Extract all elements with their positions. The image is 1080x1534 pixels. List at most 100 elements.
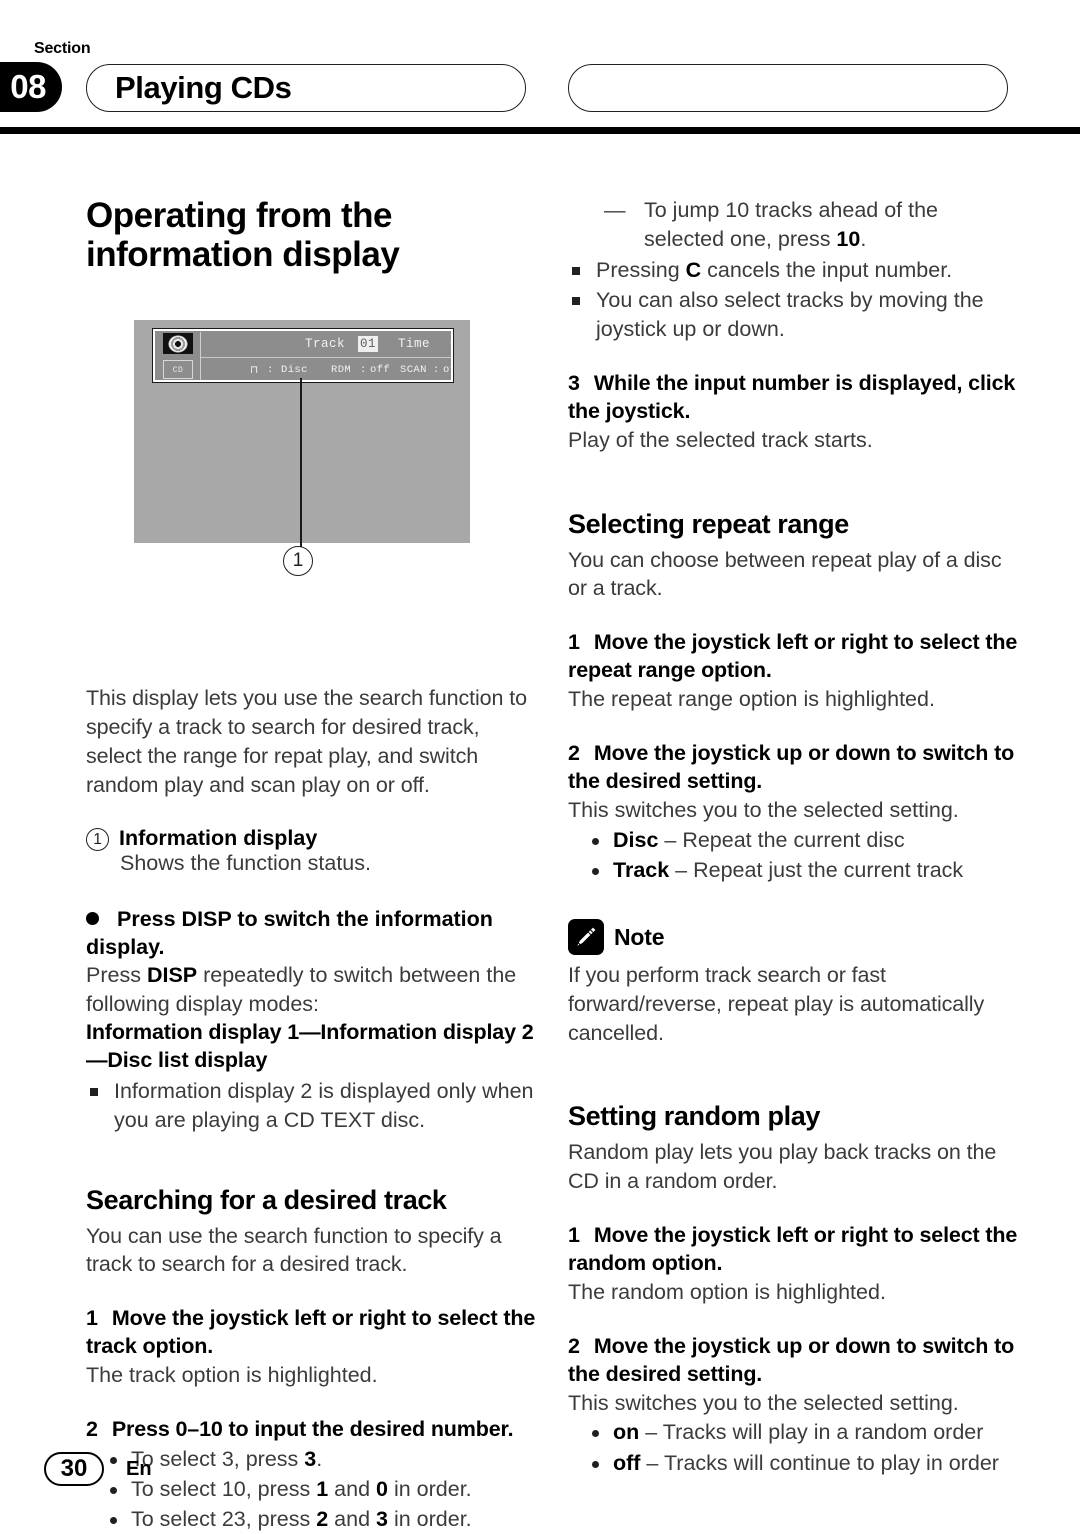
legend-description: Shows the function status.	[120, 850, 371, 875]
disp-keyword: DISP	[146, 963, 198, 988]
display-modes-notes: Information display 2 is displayed only …	[86, 1077, 538, 1135]
repeat-step-2: 2 Move the joystick up or down to switch …	[568, 740, 1020, 796]
step-text: Move the joystick left or right to selec…	[568, 630, 1018, 683]
display-modes: Information display 1—Information displa…	[86, 1020, 534, 1072]
list-item: You can also select tracks by moving the…	[568, 286, 1020, 344]
repeat-step-2-result: This switches you to the selected settin…	[568, 797, 959, 822]
example-key: 3	[304, 1446, 317, 1471]
random-step-2-result: This switches you to the selected settin…	[568, 1390, 959, 1415]
legend-circle-1: 1	[86, 827, 109, 851]
repeat-step-1-result: The repeat range option is highlighted.	[568, 687, 935, 712]
option-key: on	[613, 1420, 640, 1445]
step-number: 3	[568, 370, 580, 395]
example-pre: To select 23, press	[131, 1507, 317, 1532]
repeat-intro: You can choose between repeat play of a …	[568, 547, 1002, 601]
list-item: off – Tracks will continue to play in or…	[568, 1449, 1020, 1478]
search-step-1-result: The track option is highlighted.	[86, 1362, 378, 1387]
page-header: Section 08 Playing CDs	[0, 0, 1080, 150]
search-step-3-result: Play of the selected track starts.	[568, 427, 873, 452]
example-post: in order.	[388, 1507, 472, 1532]
left-column: Operating from the information display T…	[86, 196, 538, 1534]
filled-dot-icon	[86, 911, 99, 925]
step-text: Press 0–10 to input the desired number.	[111, 1416, 514, 1441]
pencil-icon	[568, 919, 604, 956]
example-key2: 3	[376, 1507, 388, 1532]
search-notes: Pressing C cancels the input number. You…	[568, 256, 1020, 344]
list-item: To select 10, press 1 and 0 in order.	[86, 1475, 538, 1504]
list-item: Pressing C cancels the input number.	[568, 256, 1020, 285]
option-desc: – Tracks will play in a random order	[639, 1420, 984, 1445]
legend-title: Information display	[119, 825, 318, 850]
dash-bullet-pre: To jump 10 tracks ahead of the selected …	[644, 198, 939, 251]
example-key: 1	[316, 1476, 329, 1501]
random-heading: Setting random play	[568, 1101, 820, 1132]
search-step-2: 2 Press 0–10 to input the desired number.	[86, 1416, 538, 1444]
header-divider-rule	[0, 127, 1080, 134]
chapter-title-pill: Playing CDs	[86, 64, 526, 112]
random-intro: Random play lets you play back tracks on…	[568, 1140, 997, 1194]
header-pill-right	[568, 64, 1008, 112]
list-item: To select 23, press 2 and 3 in order.	[86, 1505, 538, 1534]
step-number: 1	[568, 630, 580, 655]
example-mid: and	[328, 1476, 377, 1501]
list-item: To jump 10 tracks ahead of the selected …	[568, 196, 1020, 254]
example-key2: 0	[376, 1476, 388, 1501]
intro-paragraph: This display lets you use the search fun…	[86, 686, 527, 797]
step-text: Move the joystick left or right to selec…	[86, 1306, 536, 1359]
step-number: 1	[568, 1223, 580, 1248]
example-pre: To select 10, press	[131, 1476, 317, 1501]
section-label: Section	[34, 40, 91, 57]
example-mid: and	[328, 1507, 377, 1532]
search-intro: You can use the search function to speci…	[86, 1223, 502, 1277]
language-code: En	[126, 1457, 152, 1480]
example-post: .	[316, 1446, 323, 1471]
note-label: Note	[614, 923, 665, 950]
note-post: cancels the input number.	[701, 257, 953, 282]
step-number: 2	[568, 1333, 580, 1358]
page-footer: 30 En	[44, 1452, 152, 1486]
repeat-step-1: 1 Move the joystick left or right to sele…	[568, 629, 1020, 685]
repeat-options: Disc – Repeat the current disc Track – R…	[568, 826, 1020, 885]
list-item: on – Tracks will play in a random order	[568, 1418, 1020, 1447]
search-step-3: 3 While the input number is displayed, cl…	[568, 370, 1020, 426]
page-title-line1: Operating from the	[86, 196, 393, 235]
page-title-line2: information display	[86, 235, 400, 275]
list-item: Information display 2 is displayed only …	[86, 1077, 538, 1135]
step-text: Move the joystick up or down to switch t…	[568, 1333, 1015, 1386]
list-item: Disc – Repeat the current disc	[568, 826, 1020, 855]
random-step-1-result: The random option is highlighted.	[568, 1279, 886, 1304]
example-post: in order.	[388, 1476, 472, 1501]
page-number: 30	[44, 1452, 104, 1486]
step-text: Move the joystick up or down to switch t…	[568, 740, 1015, 793]
option-key: Disc	[613, 827, 659, 852]
example-key: 2	[316, 1507, 329, 1532]
note-key: C	[685, 257, 702, 282]
step-number: 2	[568, 740, 580, 765]
disp-body: Press DISP repeatedly to switch between …	[86, 961, 538, 1019]
list-item: To select 3, press 3.	[86, 1445, 538, 1474]
random-step-1: 1 Move the joystick left or right to sele…	[568, 1222, 1020, 1278]
search-step-1: 1 Move the joystick left or right to sele…	[86, 1305, 538, 1361]
option-desc: – Repeat just the current track	[669, 857, 964, 882]
note-header: Note	[568, 919, 1020, 956]
dash-bullet-post: .	[860, 226, 867, 251]
chapter-title: Playing CDs	[115, 70, 292, 105]
step-number: 2	[86, 1416, 98, 1441]
page-title: Operating from the information display	[86, 196, 538, 274]
option-key: Track	[613, 857, 670, 882]
dash-bullet-key: 10	[836, 226, 861, 251]
step-text: While the input number is displayed, cli…	[568, 370, 1016, 423]
legend-item-1: 1 Information display	[86, 826, 538, 851]
option-desc: – Tracks will continue to play in order	[640, 1450, 999, 1475]
disp-body-pre: Press	[86, 963, 147, 988]
random-options: on – Tracks will play in a random order …	[568, 1418, 1020, 1477]
note-pre: Pressing	[596, 257, 686, 282]
note-text: If you perform track search or fast forw…	[568, 963, 985, 1045]
list-item: Track – Repeat just the current track	[568, 856, 1020, 885]
random-step-2: 2 Move the joystick up or down to switch …	[568, 1333, 1020, 1389]
repeat-heading: Selecting repeat range	[568, 508, 849, 539]
search-step-2-examples: To select 3, press 3. To select 10, pres…	[86, 1445, 538, 1534]
step-number: 1	[86, 1306, 98, 1331]
option-desc: – Repeat the current disc	[658, 827, 905, 852]
section-number-badge: 08	[0, 62, 62, 112]
